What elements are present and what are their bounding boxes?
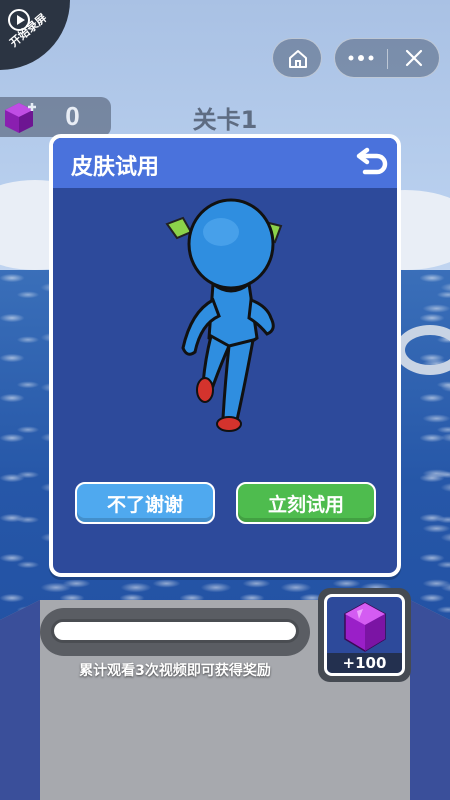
skin-preview-character bbox=[165, 198, 283, 432]
reward-amount: +100 bbox=[327, 653, 402, 673]
reward-hint: 累计观看3次视频即可获得奖励 bbox=[79, 663, 271, 679]
close-button[interactable] bbox=[388, 39, 440, 77]
mini-program-capsule bbox=[334, 38, 440, 78]
home-button[interactable] bbox=[272, 38, 322, 78]
gem-icon bbox=[5, 103, 36, 133]
video-progress-bar bbox=[51, 619, 299, 643]
skin-trial-dialog: 皮肤试用 不了谢谢 立刻试用 bbox=[49, 134, 401, 577]
dialog-title: 皮肤试用 bbox=[71, 155, 160, 180]
back-button[interactable] bbox=[355, 144, 391, 180]
gem-counter: 0 bbox=[0, 97, 111, 137]
back-arrow-icon bbox=[356, 147, 388, 175]
video-progress-container bbox=[40, 608, 310, 656]
gem-reward-card: +100 bbox=[324, 594, 405, 676]
decline-button[interactable]: 不了谢谢 bbox=[75, 482, 215, 524]
gem-count: 0 bbox=[65, 101, 80, 131]
more-dots-icon bbox=[348, 55, 374, 61]
dialog-header: 皮肤试用 bbox=[53, 138, 397, 188]
gem-icon bbox=[344, 602, 386, 652]
level-label: 关卡1 bbox=[192, 106, 258, 134]
close-icon bbox=[405, 49, 423, 67]
more-button[interactable] bbox=[335, 39, 387, 77]
gem-reward-button[interactable]: +100 bbox=[318, 588, 411, 682]
try-now-button[interactable]: 立刻试用 bbox=[236, 482, 376, 524]
home-icon bbox=[289, 50, 307, 68]
